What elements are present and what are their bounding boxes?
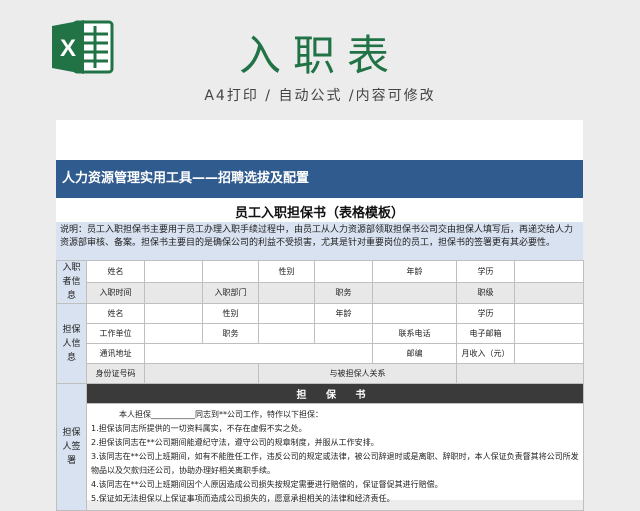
employee-level-cell[interactable] [514,281,584,304]
guarantor-education-cell[interactable] [514,303,584,324]
document-title: 员工入职担保书（表格模板） [234,206,404,221]
employee-position-cell[interactable] [372,281,457,304]
guarantor-id-label: 身份证号码 [86,363,145,384]
guarantor-position-cell[interactable] [258,323,315,344]
employee-name-cell-2[interactable] [202,260,259,283]
guarantor-education-label: 学历 [456,303,515,324]
guarantor-address-cell[interactable] [144,343,373,364]
employee-age-label: 年龄 [372,260,457,283]
guarantor-email-label: 电子邮箱 [456,323,515,344]
table-row: 本人担保___________同志到**公司工作，特作以下担保： 1.担保该同志… [57,403,584,511]
employee-department-cell[interactable] [258,281,315,304]
guarantor-relation-cell[interactable] [456,363,584,384]
employee-department-label: 入职部门 [202,281,259,304]
guarantor-address-label: 通讯地址 [86,343,145,364]
employee-level-label: 职级 [456,281,515,304]
guarantee-form-table: 入职者信息 姓名 性别 年龄 学历 入职时间 入职部门 职务 职级 担保人信息 … [56,260,584,511]
guarantor-gender-cell[interactable] [258,303,315,324]
guarantor-age-label: 年龄 [314,303,373,324]
employee-education-cell[interactable] [514,260,584,283]
employee-name-cell[interactable] [144,260,203,283]
guarantor-employer-label: 工作单位 [86,323,145,344]
employee-name-label: 姓名 [86,260,145,283]
guarantor-relation-label: 与被担保人关系 [258,363,457,384]
section-title: 人力资源管理实用工具——招聘选拔及配置 [56,160,583,198]
guarantor-email-cell[interactable] [514,323,584,344]
guarantor-income-cell[interactable] [514,343,584,364]
guarantor-age-cell[interactable] [372,303,457,324]
guarantor-sign-group: 担保人签署 [56,383,87,511]
guarantor-name-cell[interactable] [144,303,203,324]
table-row: 担保人签署 担 保 书 [56,383,584,511]
table-row: 通讯地址 邮编 月收入（元） [57,343,584,364]
guarantor-position-cell-2[interactable] [314,323,373,344]
guarantee-clause-1: 1.担保该同志所提供的一切资料属实，不存在虚假不实之处。 [91,424,307,433]
table-row: 工作单位 职务 联系电话 电子邮箱 [57,323,584,344]
guarantor-info-group: 担保人信息 [56,303,87,384]
table-row: 担保人信息 姓名 性别 年龄 学历 [56,303,584,384]
employee-position-label: 职务 [314,281,373,304]
description-note: 说明：员工入职担保书主要用于员工办理入职手续过程中，由员工从人力资源部领取担保书… [56,222,583,260]
guarantor-postcode-label: 邮编 [372,343,457,364]
banner: X 入职表 A4打印 / 自动公式 /内容可修改 [0,0,640,118]
guarantor-name-label: 姓名 [86,303,145,324]
guarantor-position-label: 职务 [202,323,259,344]
employee-hire-date-label: 入职时间 [86,281,145,304]
guarantor-phone-label: 联系电话 [372,323,457,344]
table-row: 身份证号码 与被担保人关系 [57,363,584,384]
page-subtitle: A4打印 / 自动公式 /内容可修改 [204,88,436,104]
page-title: 入职表 [238,31,401,80]
guarantee-clause-3: 3.该同志在**公司上班期间，如有不能胜任工作，违反公司的规定或法律，被公司辞退… [91,452,579,475]
employee-hire-date-cell[interactable] [144,281,203,304]
employee-gender-label: 性别 [258,260,315,283]
employee-info-group: 入职者信息 [56,260,87,304]
employee-education-label: 学历 [456,260,515,283]
guarantor-gender-label: 性别 [202,303,259,324]
spreadsheet-preview: 人力资源管理实用工具——招聘选拔及配置 员工入职担保书（表格模板） 说明：员工入… [56,120,584,511]
guarantee-clause-4: 4.该同志在**公司上班期间因个人原因造成公司损失按规定需要进行赔偿的，保证督促… [91,480,443,489]
guarantor-id-cell[interactable] [144,363,259,384]
guarantee-intro: 本人担保___________同志到**公司工作，特作以下担保： [119,410,323,419]
guarantor-employer-cell[interactable] [144,323,203,344]
guarantor-income-label: 月收入（元） [456,343,515,364]
guarantee-body: 本人担保___________同志到**公司工作，特作以下担保： 1.担保该同志… [86,403,584,511]
guarantee-clause-5: 5.保证如无法担保以上保证事项而造成公司损失的，愿意承担相关的法律和经济责任。 [91,494,395,503]
guarantee-heading: 担 保 书 [86,383,584,404]
table-row: 入职者信息 姓名 性别 年龄 学历 [56,260,584,304]
table-row: 入职时间 入职部门 职务 职级 [57,281,584,304]
guarantee-clause-2: 2.担保该同志在**公司期间能遵纪守法，遵守公司的规章制度，并服从工作安排。 [91,438,379,447]
employee-gender-cell[interactable] [314,260,373,283]
